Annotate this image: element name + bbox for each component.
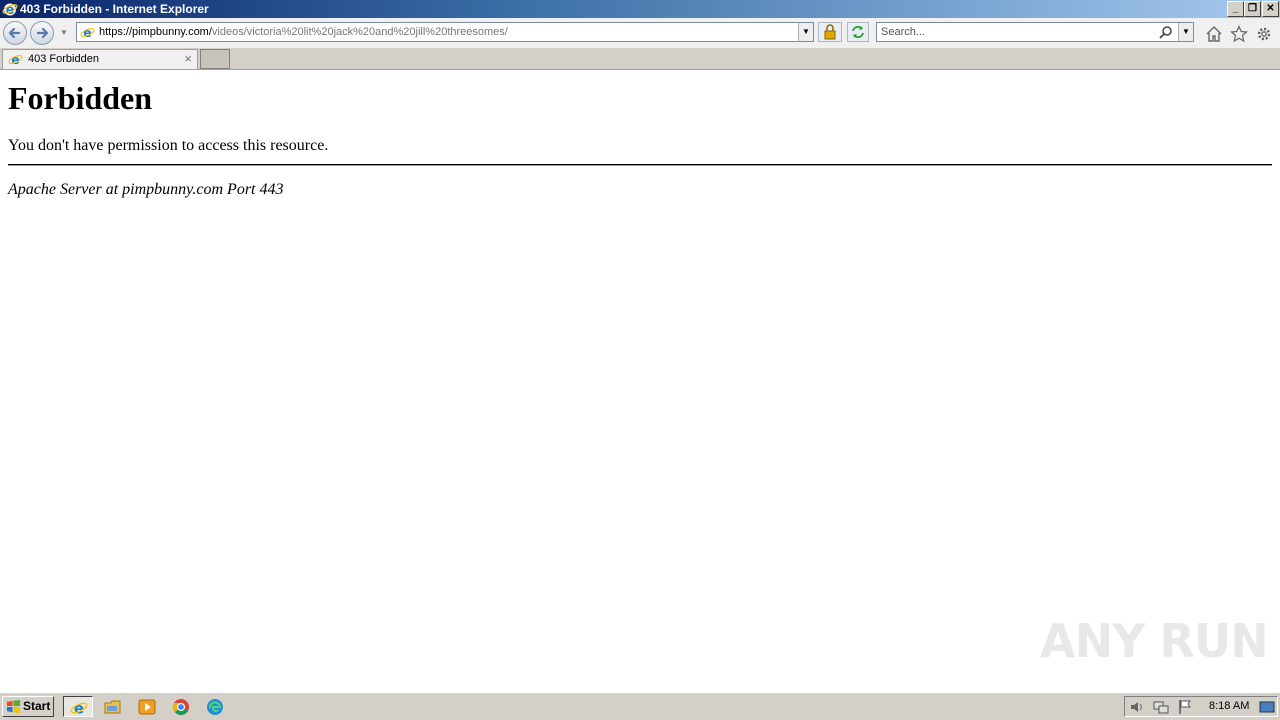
back-button[interactable] — [3, 21, 27, 45]
taskbar-edge-button[interactable] — [200, 696, 230, 717]
edge-icon — [207, 699, 223, 715]
address-path: videos/victoria%20lit%20jack%20and%20jil… — [211, 26, 508, 38]
taskbar: Start e 8:18 AM — [0, 692, 1280, 720]
start-label: Start — [23, 699, 51, 713]
address-dropdown-icon[interactable]: ▼ — [798, 23, 813, 41]
divider — [8, 164, 1272, 166]
address-bar[interactable]: e https://pimpbunny.com/videos/victoria%… — [76, 22, 814, 42]
watermark-text: ANY RUN — [1040, 614, 1269, 668]
taskbar-media-player-button[interactable] — [132, 696, 162, 717]
arrow-left-icon — [8, 27, 21, 39]
ie-logo-icon: e — [2, 3, 18, 17]
tab-close-button[interactable]: × — [184, 52, 192, 66]
settings-gear-icon[interactable] — [1255, 25, 1273, 43]
taskbar-chrome-button[interactable] — [166, 696, 196, 717]
security-lock-button[interactable] — [818, 22, 842, 42]
search-icon[interactable] — [1159, 25, 1173, 39]
volume-icon[interactable] — [1129, 699, 1145, 715]
server-signature: Apache Server at pimpbunny.com Port 443 — [8, 181, 284, 198]
arrow-right-icon — [36, 27, 49, 39]
error-message: You don't have permission to access this… — [8, 137, 329, 154]
search-box[interactable]: ▼ — [876, 22, 1194, 42]
new-tab-button[interactable] — [200, 49, 230, 69]
action-center-flag-icon[interactable] — [1177, 699, 1193, 715]
clock[interactable]: 8:18 AM — [1209, 700, 1249, 712]
page-heading: Forbidden — [8, 80, 153, 116]
home-icon[interactable] — [1205, 25, 1223, 43]
window-titlebar: e 403 Forbidden - Internet Explorer _ ❐ … — [0, 0, 1280, 18]
refresh-icon — [852, 26, 864, 38]
address-url[interactable]: https://pimpbunny.com/videos/victoria%20… — [99, 26, 508, 38]
history-dropdown-icon[interactable]: ▼ — [60, 28, 68, 37]
taskbar-explorer-button[interactable] — [98, 696, 128, 717]
lock-icon — [824, 24, 836, 40]
ie-taskbar-icon: e — [70, 701, 88, 717]
page-content: Forbidden You don't have permission to a… — [0, 70, 1280, 692]
chrome-icon — [173, 699, 189, 715]
folder-icon — [104, 700, 121, 714]
ie-page-icon: e — [80, 26, 95, 40]
search-dropdown-icon[interactable]: ▼ — [1178, 23, 1193, 41]
system-tray: 8:18 AM — [1124, 696, 1278, 717]
window-title: 403 Forbidden - Internet Explorer — [20, 2, 209, 16]
tab-403-forbidden[interactable]: e 403 Forbidden × — [2, 49, 198, 69]
start-button[interactable]: Start — [2, 696, 54, 717]
restore-button[interactable]: ❐ — [1244, 1, 1261, 17]
refresh-button[interactable] — [847, 22, 869, 42]
anyrun-watermark: ANY RUN — [1040, 608, 1269, 672]
favorites-star-icon[interactable] — [1230, 25, 1248, 43]
minimize-button[interactable]: _ — [1227, 1, 1244, 17]
windows-logo-icon — [6, 699, 21, 714]
show-desktop-icon[interactable] — [1259, 699, 1275, 715]
tab-label: 403 Forbidden — [28, 53, 99, 65]
ie-tab-icon: e — [8, 53, 23, 67]
navigation-bar: ▼ e https://pimpbunny.com/videos/victori… — [0, 18, 1280, 48]
address-host: https://pimpbunny.com/ — [99, 26, 212, 38]
tab-bar: e 403 Forbidden × — [0, 48, 1280, 70]
close-window-button[interactable]: ✕ — [1262, 1, 1279, 17]
network-icon[interactable] — [1153, 699, 1169, 715]
forward-button[interactable] — [30, 21, 54, 45]
media-player-icon — [138, 699, 156, 715]
taskbar-ie-button[interactable]: e — [63, 696, 93, 717]
search-input[interactable] — [879, 24, 1153, 40]
